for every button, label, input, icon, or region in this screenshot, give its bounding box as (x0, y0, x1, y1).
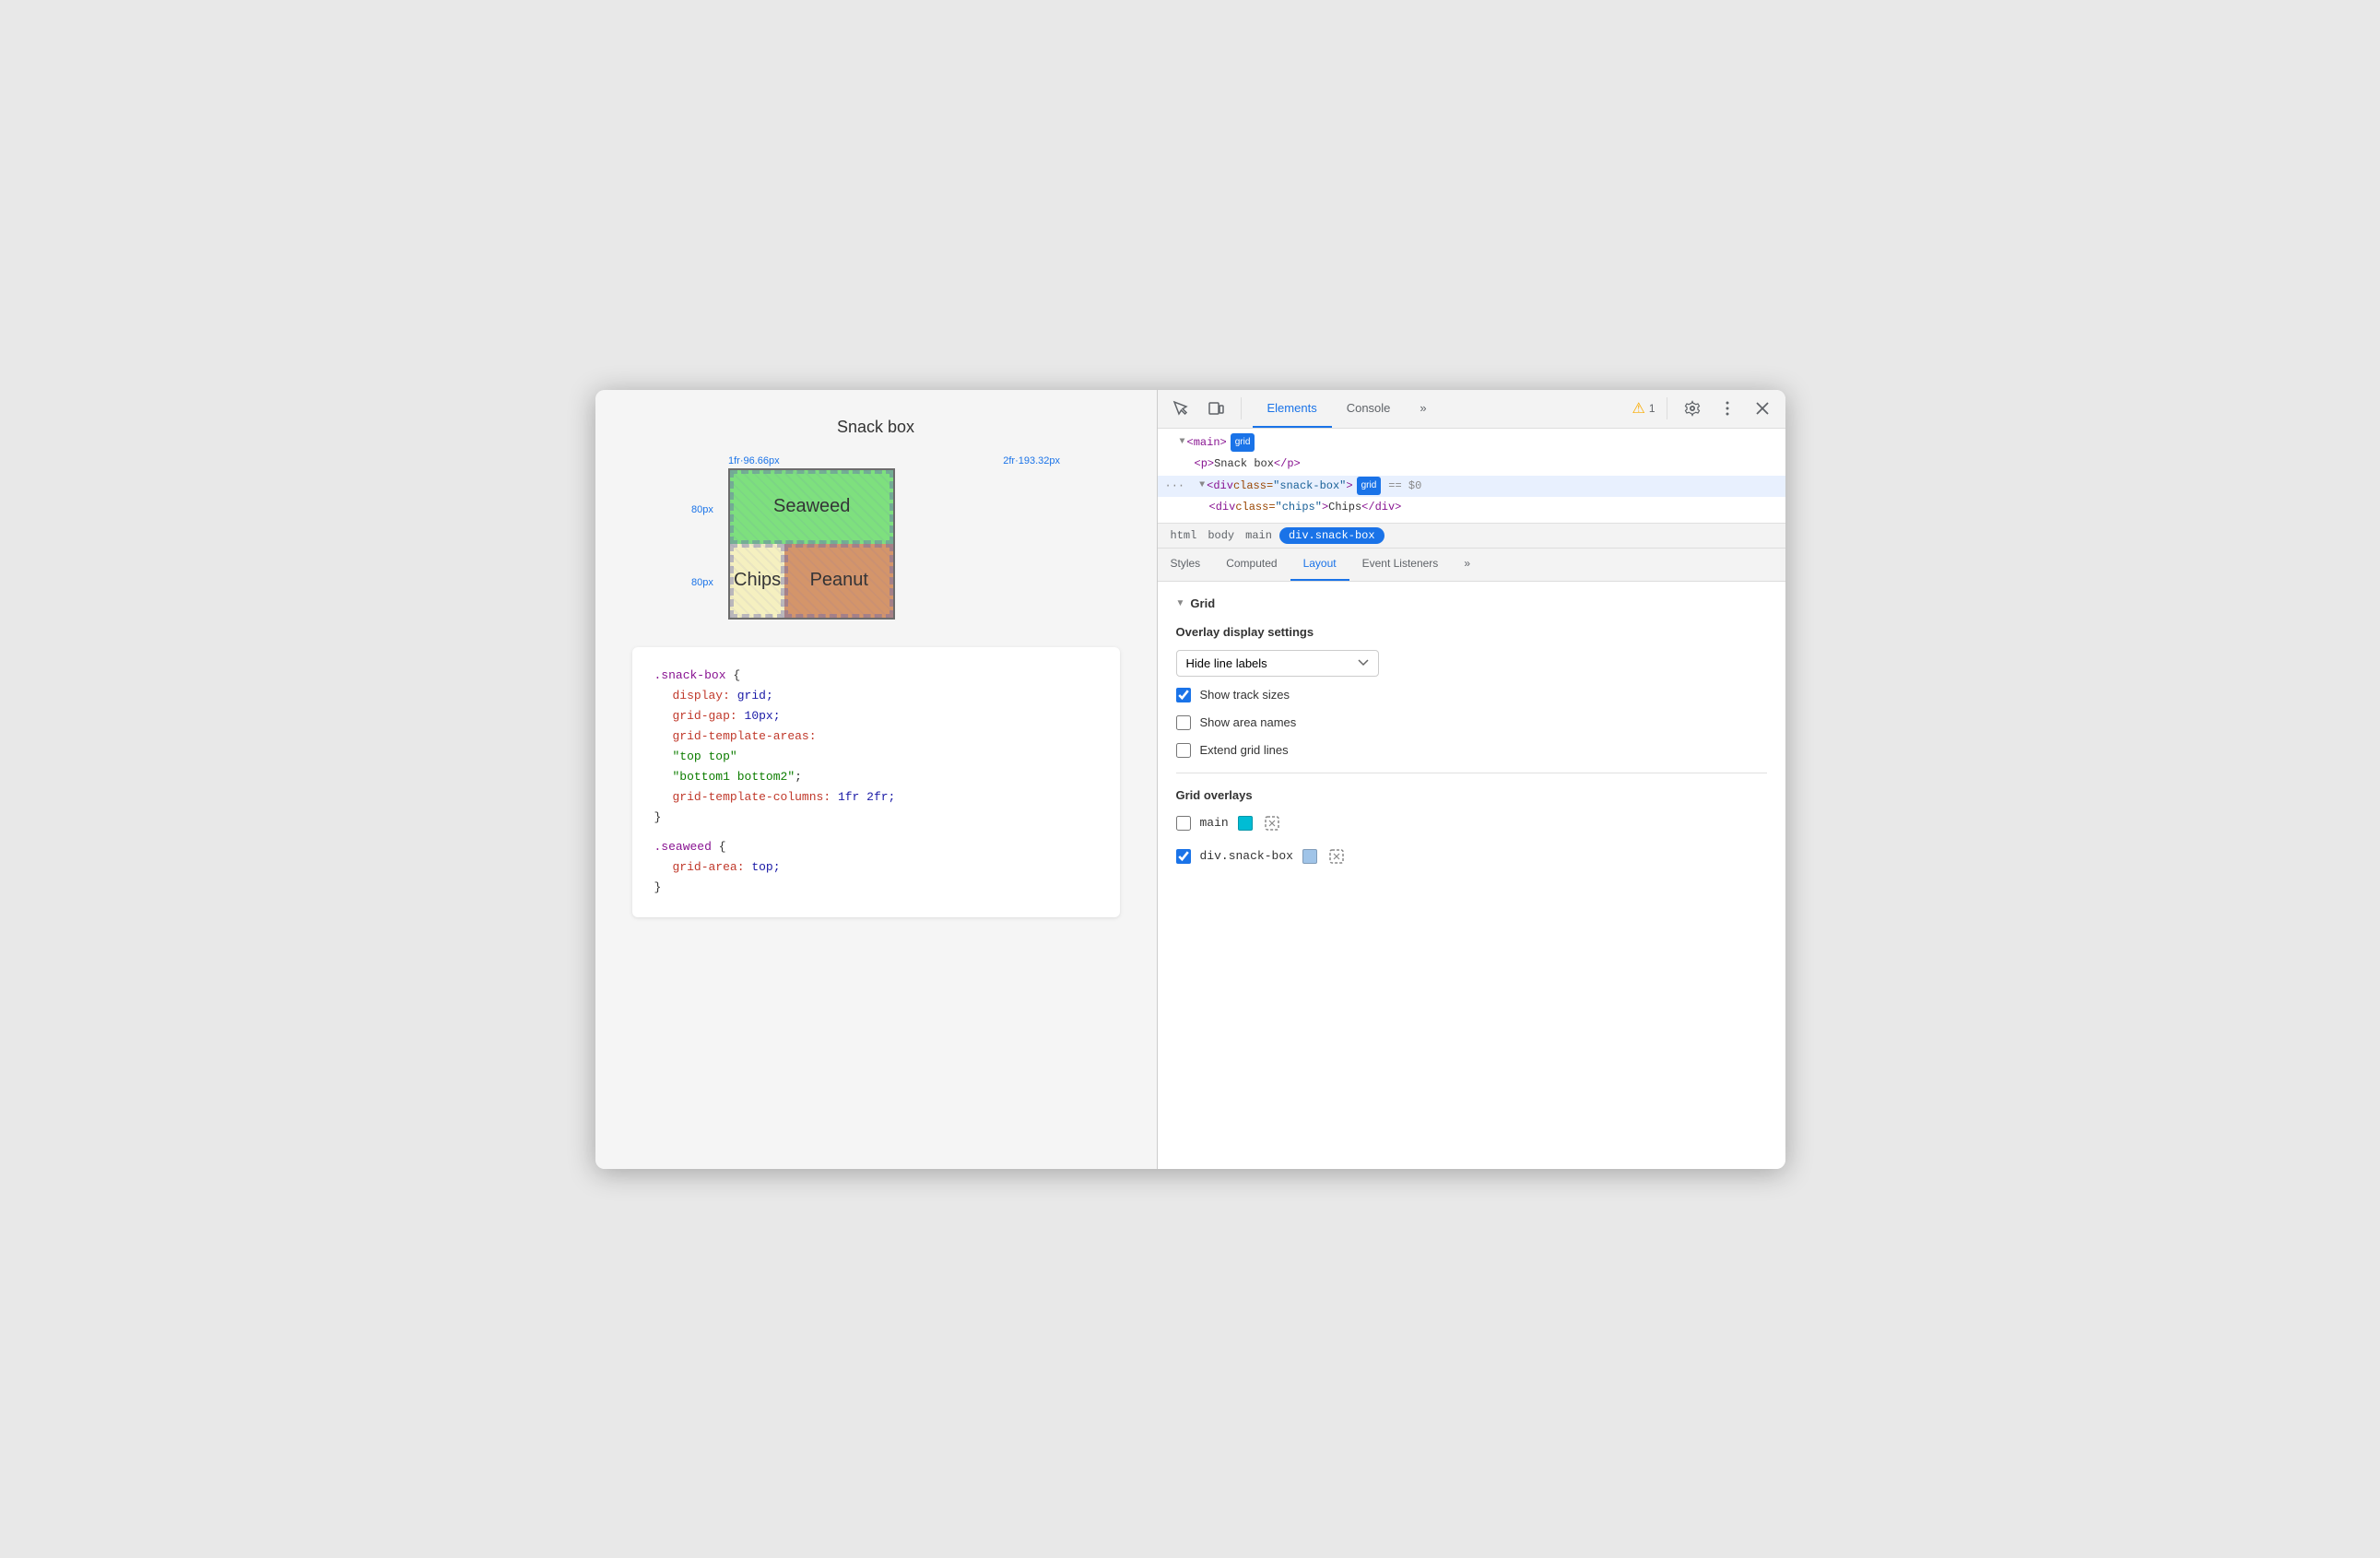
dom-tree: ▼ <main> grid <p> Snack box </p> ··· ▼ <… (1158, 429, 1785, 524)
snack-box-overlay-checkbox[interactable] (1176, 849, 1191, 864)
row-label-1: 80px (691, 504, 713, 515)
tab-more[interactable]: » (1405, 390, 1441, 429)
dom-row-p[interactable]: <p> Snack box </p> (1158, 454, 1785, 476)
breadcrumb-snack-box[interactable]: div.snack-box (1279, 527, 1384, 544)
grid-visual-container: 1fr·96.66px 2fr·193.32px 80px 80px Seawe… (691, 455, 1060, 620)
grid-row-labels: 80px 80px (691, 474, 713, 620)
devtools-main-tabs: Elements Console » (1253, 390, 1442, 429)
grid-badge-main: grid (1231, 433, 1255, 452)
css-grid-preview: Seaweed Chips Peanut (728, 468, 895, 620)
grid-label: Grid (1190, 596, 1215, 610)
tab-elements[interactable]: Elements (1253, 390, 1332, 429)
main-overlay-checkbox[interactable] (1176, 816, 1191, 831)
code-line: } (654, 878, 1098, 898)
snack-box-overlay-label: div.snack-box (1200, 849, 1293, 863)
grid-col-labels: 1fr·96.66px 2fr·193.32px (691, 455, 1060, 468)
grid-overlays-title: Grid overlays (1176, 788, 1767, 802)
warning-icon: ⚠ (1632, 399, 1644, 418)
dropdown-row: Hide line labels Show line numbers Show … (1176, 650, 1767, 677)
code-line: "bottom1 bottom2"; (654, 767, 1098, 787)
grid-cell-peanut: Peanut (784, 544, 893, 618)
dom-row-snack-box[interactable]: ··· ▼ <div class= "snack-box" > grid == … (1158, 476, 1785, 498)
subtab-more[interactable]: » (1451, 548, 1483, 581)
breadcrumb-main[interactable]: main (1242, 527, 1276, 544)
checkbox-row-area-names: Show area names (1176, 715, 1767, 730)
show-track-sizes-checkbox[interactable] (1176, 688, 1191, 702)
inspect-element-button[interactable] (1167, 395, 1195, 422)
settings-button[interactable] (1679, 395, 1706, 422)
tab-console[interactable]: Console (1332, 390, 1406, 429)
more-options-button[interactable] (1714, 395, 1741, 422)
warning-count: 1 (1649, 402, 1655, 415)
overlay-row-main: main (1176, 813, 1767, 833)
grid-badge-snack-box: grid (1357, 477, 1382, 495)
grid-cell-seaweed: Seaweed (730, 470, 893, 544)
extend-grid-lines-checkbox[interactable] (1176, 743, 1191, 758)
dom-row-main[interactable]: ▼ <main> grid (1158, 432, 1785, 454)
breadcrumb-html[interactable]: html (1167, 527, 1201, 544)
browser-window: Snack box 1fr·96.66px 2fr·193.32px 80px … (595, 390, 1785, 1169)
grid-cell-chips: Chips (730, 544, 784, 618)
subtab-styles[interactable]: Styles (1158, 548, 1214, 581)
subtab-computed[interactable]: Computed (1213, 548, 1290, 581)
page-panel: Snack box 1fr·96.66px 2fr·193.32px 80px … (595, 390, 1158, 1169)
overlay-settings-title: Overlay display settings (1176, 625, 1767, 639)
show-area-names-label: Show area names (1200, 715, 1297, 729)
code-line: } (654, 808, 1098, 828)
col-label-1: 1fr·96.66px (728, 455, 780, 466)
code-line: "top top" (654, 747, 1098, 767)
row-label-2: 80px (691, 577, 713, 588)
subtab-event-listeners[interactable]: Event Listeners (1349, 548, 1452, 581)
snack-box-overlay-options-button[interactable] (1326, 846, 1347, 867)
toolbar-divider (1241, 397, 1242, 419)
section-triangle-icon: ▼ (1176, 598, 1185, 608)
checkbox-row-track-sizes: Show track sizes (1176, 688, 1767, 702)
grid-section-title: ▼ Grid (1176, 596, 1767, 610)
dom-row-chips[interactable]: <div class= "chips" > Chips </div> (1158, 497, 1785, 519)
code-line: display: grid; (654, 686, 1098, 706)
page-title: Snack box (632, 418, 1120, 437)
code-line: .snack-box { (654, 666, 1098, 686)
overlay-row-snack-box: div.snack-box (1176, 846, 1767, 867)
code-line: grid-gap: 10px; (654, 706, 1098, 726)
code-block: .snack-box { display: grid; grid-gap: 10… (632, 647, 1120, 917)
code-line: grid-template-areas: (654, 726, 1098, 747)
line-labels-dropdown[interactable]: Hide line labels Show line numbers Show … (1176, 650, 1379, 677)
code-line: grid-template-columns: 1fr 2fr; (654, 787, 1098, 808)
warning-badge: ⚠ 1 (1632, 399, 1655, 418)
device-toggle-button[interactable] (1202, 395, 1230, 422)
main-overlay-options-button[interactable] (1262, 813, 1282, 833)
code-line: .seaweed { (654, 837, 1098, 857)
dom-triangle-icon-2: ▼ (1199, 478, 1205, 494)
main-color-swatch[interactable] (1238, 816, 1253, 831)
browser-content: Snack box 1fr·96.66px 2fr·193.32px 80px … (595, 390, 1785, 1169)
subtab-layout[interactable]: Layout (1290, 548, 1349, 581)
breadcrumb: html body main div.snack-box (1158, 524, 1785, 549)
col-label-2: 2fr·193.32px (1003, 455, 1060, 466)
devtools-panel: Elements Console » ⚠ 1 (1158, 390, 1785, 1169)
snack-box-color-swatch[interactable] (1302, 849, 1317, 864)
code-line: grid-area: top; (654, 857, 1098, 878)
devtools-subtabs: Styles Computed Layout Event Listeners » (1158, 549, 1785, 582)
breadcrumb-body[interactable]: body (1204, 527, 1238, 544)
show-area-names-checkbox[interactable] (1176, 715, 1191, 730)
checkbox-row-extend-lines: Extend grid lines (1176, 743, 1767, 758)
extend-grid-lines-label: Extend grid lines (1200, 743, 1289, 757)
layout-content: ▼ Grid Overlay display settings Hide lin… (1158, 582, 1785, 1169)
devtools-toolbar: Elements Console » ⚠ 1 (1158, 390, 1785, 429)
main-overlay-label: main (1200, 816, 1229, 830)
close-devtools-button[interactable] (1749, 395, 1776, 422)
dom-triangle-icon: ▼ (1180, 434, 1185, 451)
show-track-sizes-label: Show track sizes (1200, 688, 1290, 702)
